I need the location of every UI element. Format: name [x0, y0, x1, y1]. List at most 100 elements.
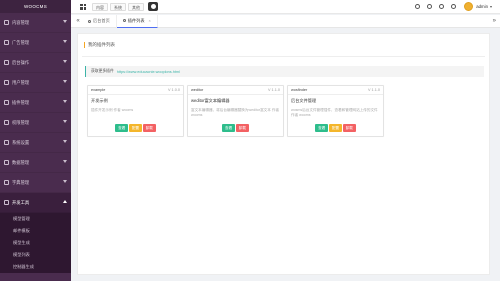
sidebar-item[interactable]: 字典管理 [0, 173, 71, 193]
plus-circle-icon [150, 4, 156, 9]
uninstall-button[interactable]: 卸载 [342, 124, 356, 132]
menu-icon [4, 120, 9, 125]
card-header: weditor V 1.1.0 [188, 86, 283, 95]
menu-icon [4, 140, 9, 145]
sidebar-item[interactable]: 后台操作 [0, 53, 71, 73]
sidebar-item[interactable]: 系统设置 [0, 133, 71, 153]
plugin-name: wosfinder [291, 88, 308, 92]
menu-icon [4, 20, 9, 25]
uninstall-button[interactable]: 卸载 [142, 124, 156, 132]
sidebar-item[interactable]: 权限管理 [0, 113, 71, 133]
topbar: 内容 系统 其他 admin [71, 0, 500, 14]
plugin-card: example V 1.0.0 开发示例插件开发示例 作者 wooms 查看 配置 卸载 [87, 85, 184, 137]
menu-icon [4, 60, 9, 65]
sidebar-item-label: 系统设置 [12, 139, 30, 145]
chevron-down-icon [63, 180, 67, 183]
sidebar-item[interactable]: 插件管理 [0, 93, 71, 113]
sidebar-item[interactable]: 开发工具 [0, 193, 71, 213]
chevron-down-icon [63, 40, 67, 43]
card-body: weditor富文本编辑器富文本编辑器，将后台编辑器替换为weditor富文本 … [188, 95, 283, 132]
plugin-icon [122, 19, 126, 22]
chevron-up-icon [63, 200, 67, 203]
plugin-store-notice: 获取更多插件 https://www.educacnie.wooplons.ht… [85, 66, 484, 77]
close-icon[interactable]: × [149, 18, 151, 23]
chevron-down-icon [63, 160, 67, 163]
menu-icon [4, 100, 9, 105]
menu-icon [4, 40, 9, 45]
top-tab-system[interactable]: 系统 [110, 2, 126, 11]
sidebar-item-label: 广告管理 [12, 39, 30, 45]
plugin-version: V 1.1.0 [367, 88, 380, 92]
title-accent-bar [84, 42, 85, 48]
plugin-title: weditor富文本编辑器 [191, 98, 230, 103]
avatar[interactable] [464, 2, 474, 11]
tab-plugin-list-label: 插件列表 [127, 17, 145, 23]
lock-icon[interactable] [439, 4, 445, 9]
sidebar-nav: 内容管理广告管理后台操作用户管理插件管理权限管理系统设置数据管理字典管理 开发工具 [0, 13, 71, 213]
chevron-down-icon [63, 100, 67, 103]
uninstall-button[interactable]: 卸载 [235, 124, 249, 132]
plugin-cards: example V 1.0.0 开发示例 插件开发示例 作者 wooms 查看 配置 卸载 w… [78, 85, 489, 137]
globe-icon[interactable] [415, 4, 421, 9]
plugin-store-link[interactable]: https://www.educacnie.wooplons.html [117, 70, 180, 74]
sidebar-subitem[interactable]: 模型列表 [0, 249, 71, 261]
sidebar-subitem[interactable]: 模型管理 [0, 213, 71, 225]
card-actions: 查看 配置 卸载 [291, 124, 380, 132]
card-body: 开发示例插件开发示例 作者 wooms 查看 配置 卸载 [88, 95, 183, 132]
app-logo: WOOCMS [0, 0, 71, 13]
home-icon [88, 19, 91, 23]
card-header: example V 1.0.0 [88, 86, 183, 95]
palette-icon[interactable] [427, 4, 433, 9]
topbar-right: admin [408, 2, 500, 11]
sidebar-subitem[interactable]: 控制器生成 [0, 261, 71, 273]
refresh-icon[interactable] [451, 4, 457, 9]
menu-icon [4, 200, 9, 205]
sidebar-item-label: 插件管理 [12, 99, 30, 105]
sidebar-item-label: 数据管理 [12, 159, 30, 165]
chevron-down-icon [63, 120, 67, 123]
divider [82, 56, 485, 57]
page-title: 我的插件列表 [88, 42, 115, 47]
top-tab-content[interactable]: 内容 [92, 2, 108, 11]
sidebar-subitem[interactable]: 邮件模板 [0, 225, 71, 237]
sidebar-item[interactable]: 广告管理 [0, 33, 71, 53]
view-button[interactable]: 查看 [222, 124, 236, 132]
collapse-sidebar-icon[interactable]: « [74, 18, 82, 24]
sidebar: WOOCMS 内容管理广告管理后台操作用户管理插件管理权限管理系统设置数据管理字… [0, 0, 71, 281]
notice-label: 获取更多插件 [91, 69, 114, 73]
tab-home-label: 后台首页 [93, 18, 110, 23]
config-button[interactable]: 配置 [328, 124, 343, 132]
sidebar-subitem[interactable]: 模型生成 [0, 237, 71, 249]
chevron-down-icon [63, 80, 67, 83]
card-body: 后台文件管理 wosms后台文件管理插件，查看和管理网站上传的文件 作者 woom… [288, 95, 383, 132]
add-tab-button[interactable] [148, 2, 158, 11]
chevron-down-icon [63, 140, 67, 143]
tab-plugin-list[interactable]: 插件列表 × [116, 14, 158, 28]
plugin-description: 插件开发示例 作者 wooms [91, 108, 134, 112]
sidebar-item[interactable]: 用户管理 [0, 73, 71, 93]
sidebar-item[interactable]: 数据管理 [0, 153, 71, 173]
plugin-version: V 1.1.0 [267, 88, 280, 92]
config-button[interactable]: 配置 [128, 124, 143, 132]
chevron-down-icon [63, 20, 67, 23]
sidebar-item[interactable]: 内容管理 [0, 13, 71, 33]
top-tab-other[interactable]: 其他 [128, 2, 144, 11]
card-actions: 查看 配置 卸载 [91, 124, 180, 132]
sidebar-item-label: 内容管理 [12, 19, 30, 25]
expand-tabs-icon[interactable]: » [493, 18, 496, 24]
chevron-down-icon[interactable] [490, 5, 492, 8]
plugin-card: weditor V 1.1.0 weditor富文本编辑器富文本编辑器，将后台编辑器… [187, 85, 284, 137]
chevron-down-icon [63, 60, 67, 63]
sidebar-item-label: 用户管理 [12, 79, 30, 85]
plugin-title: 后台文件管理 [291, 98, 317, 103]
plugin-version: V 1.0.0 [167, 88, 180, 92]
tab-home[interactable]: 后台首页 [82, 14, 117, 28]
view-button[interactable]: 查看 [115, 124, 129, 132]
sidebar-item-label: 权限管理 [12, 119, 30, 125]
menu-grid-icon[interactable] [80, 3, 86, 10]
plugin-description: 富文本编辑器，将后台编辑器替换为weditor富文本 作者 wooms [191, 108, 280, 117]
username[interactable]: admin [476, 4, 488, 9]
plugin-title: 开发示例 [91, 98, 108, 103]
plugin-name: weditor [191, 88, 204, 92]
view-button[interactable]: 查看 [315, 124, 329, 132]
